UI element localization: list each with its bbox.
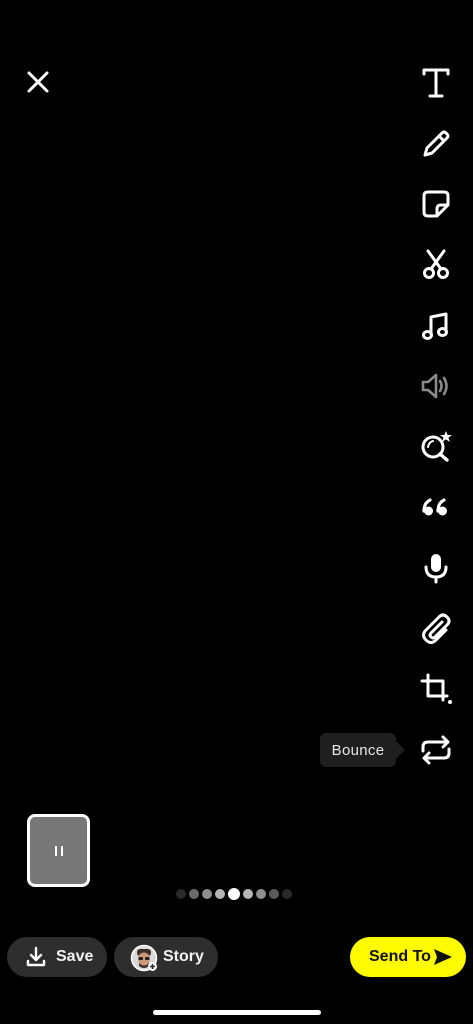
microphone-icon: [424, 554, 448, 584]
page-dot: [176, 889, 186, 899]
attach-tool-button[interactable]: [414, 606, 458, 650]
page-dot-active: [228, 888, 240, 900]
page-dot: [202, 889, 212, 899]
sticker-icon: [422, 190, 450, 218]
loop-icon: [421, 735, 451, 765]
send-to-button[interactable]: Send To: [350, 937, 466, 977]
scissors-tool-button[interactable]: [414, 243, 458, 287]
music-note-icon: [422, 312, 448, 340]
text-tool-button[interactable]: [414, 61, 458, 105]
page-dot: [189, 889, 199, 899]
download-icon: [26, 946, 46, 967]
quote-tool-button[interactable]: [414, 485, 458, 529]
music-tool-button[interactable]: [414, 304, 458, 348]
text-icon: [422, 68, 450, 98]
page-dot: [269, 889, 279, 899]
page-dot: [243, 889, 253, 899]
story-label: Story: [163, 948, 204, 965]
bitmoji-avatar-icon: [130, 944, 158, 972]
save-button[interactable]: Save: [7, 937, 107, 977]
home-indicator: [153, 1010, 321, 1015]
page-indicator: [176, 887, 292, 901]
draw-tool-button[interactable]: [414, 122, 458, 166]
pause-icon: [53, 846, 65, 856]
lens-search-icon: [421, 431, 452, 462]
story-button[interactable]: Story: [114, 937, 218, 977]
close-button[interactable]: [22, 66, 54, 98]
speaker-icon: [421, 373, 448, 399]
pencil-icon: [423, 130, 450, 157]
lens-tool-button[interactable]: [414, 424, 458, 468]
close-icon: [27, 71, 49, 93]
sticker-tool-button[interactable]: [414, 182, 458, 226]
paperclip-icon: [422, 613, 451, 644]
voice-tool-button[interactable]: [414, 546, 458, 590]
sound-tool-button[interactable]: [414, 364, 458, 408]
scissors-icon: [423, 249, 449, 279]
snap-thumbnail[interactable]: [27, 814, 90, 887]
page-dot: [215, 889, 225, 899]
crop-tool-button[interactable]: [414, 667, 458, 711]
page-dot: [282, 889, 292, 899]
send-to-label: Send To: [369, 948, 431, 965]
crop-icon: [420, 673, 452, 704]
save-label: Save: [56, 948, 94, 965]
page-dot: [256, 889, 266, 899]
loop-tool-button[interactable]: [414, 728, 458, 772]
quote-icon: [422, 498, 447, 516]
send-arrow-icon: [434, 949, 452, 965]
bounce-tooltip: Bounce: [320, 733, 405, 767]
